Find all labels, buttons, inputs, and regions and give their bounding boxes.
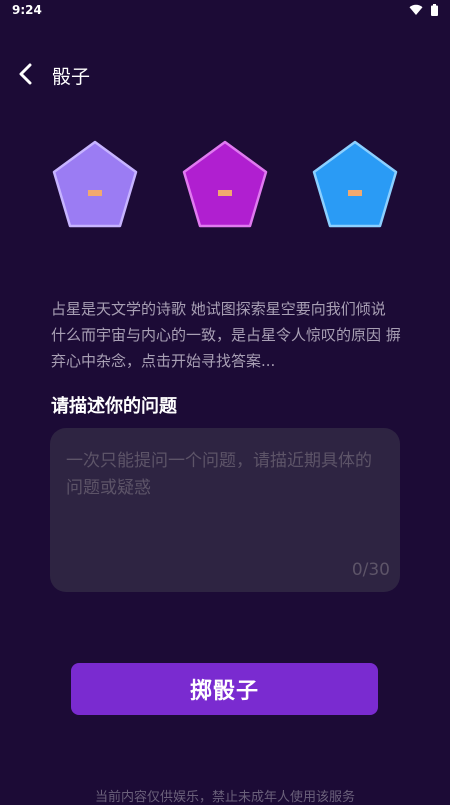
- dice-magenta[interactable]: [180, 138, 270, 232]
- roll-dice-button[interactable]: 掷骰子: [71, 663, 378, 715]
- description-text: 占星是天文学的诗歌 她试图探索星空要向我们倾说 什么而宇宙与内心的一致，是占星令…: [51, 300, 401, 370]
- status-bar: 9:24: [0, 0, 450, 22]
- dice-purple[interactable]: [50, 138, 140, 232]
- app-header: 骰子: [0, 52, 450, 96]
- back-button[interactable]: [12, 60, 40, 88]
- dice-blue[interactable]: [310, 138, 400, 232]
- disclaimer-text: 当前内容仅供娱乐，禁止未成年人使用该服务: [94, 790, 355, 805]
- chevron-left-icon: [19, 63, 32, 85]
- question-label: 请描述你的问题: [51, 396, 177, 417]
- battery-icon: [431, 4, 438, 16]
- question-box: 0/30: [50, 428, 400, 592]
- status-time: 9:24: [12, 3, 42, 17]
- char-counter: 0/30: [351, 560, 390, 580]
- page-title: 骰子: [52, 66, 91, 88]
- wifi-icon: [409, 4, 423, 16]
- dice-row: [0, 138, 450, 234]
- question-input[interactable]: [66, 448, 384, 548]
